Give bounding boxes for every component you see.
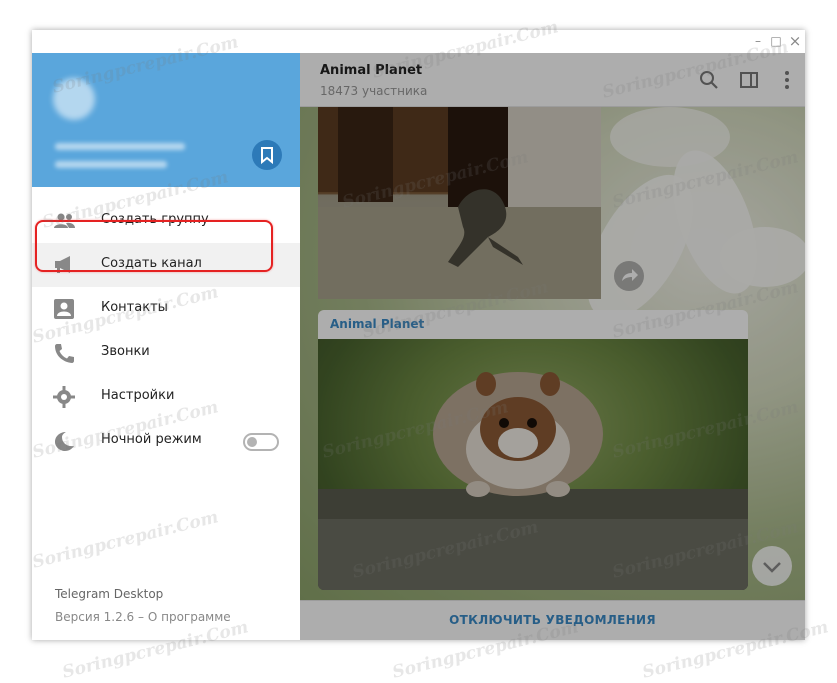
member-count: 18473 участника	[320, 84, 428, 98]
app-name: Telegram Desktop	[55, 587, 164, 601]
menu-item-calls[interactable]: Звонки	[32, 331, 300, 375]
post-author[interactable]: Animal Planet	[330, 317, 424, 331]
menu-item-label: Контакты	[101, 300, 168, 315]
blurred-phone	[55, 161, 167, 168]
scroll-down-button[interactable]	[752, 546, 792, 586]
menu-item-night-mode[interactable]: Ночной режим	[32, 419, 300, 463]
app-version: Версия 1.2.6 – О программе	[55, 610, 231, 624]
chat-title[interactable]: Animal Planet	[320, 63, 422, 78]
minimize-button[interactable]: –	[750, 33, 766, 49]
chat-panel: Animal Planet 18473 участника Animal Pla…	[300, 53, 805, 640]
version-text: Версия 1.2.6	[55, 610, 135, 624]
toggle-knob	[247, 437, 257, 447]
menu-item-label: Звонки	[101, 344, 150, 359]
chat-header: Animal Planet 18473 участника	[300, 53, 805, 107]
bookmark-icon	[261, 147, 273, 165]
version-separator: –	[134, 610, 148, 624]
highlight-frame	[35, 220, 273, 272]
channel-post: Animal Planet	[318, 310, 748, 590]
menu-item-settings[interactable]: Настройки	[32, 375, 300, 419]
moon-icon	[55, 432, 74, 451]
title-bar: – □ ×	[32, 30, 805, 53]
contact-icon	[54, 299, 74, 319]
forward-button[interactable]	[614, 261, 644, 291]
share-arrow-icon	[622, 269, 638, 281]
chevron-down-icon	[763, 562, 781, 573]
mute-notifications-button[interactable]: ОТКЛЮЧИТЬ УВЕДОМЛЕНИЯ	[449, 613, 656, 627]
saved-messages-button[interactable]	[252, 140, 282, 170]
menu-item-label: Ночной режим	[101, 432, 202, 447]
phone-icon	[55, 344, 74, 363]
menu-item-label: Настройки	[101, 388, 175, 403]
hamster-photo[interactable]	[318, 339, 748, 590]
sidebar-toggle-icon[interactable]	[738, 69, 760, 91]
main-menu-sidebar: Создать группу Создать канал Контакты Зв…	[32, 53, 300, 640]
maximize-button[interactable]: □	[768, 33, 784, 49]
avatar[interactable]	[53, 78, 95, 120]
komodo-photo[interactable]	[318, 107, 601, 299]
close-button[interactable]: ×	[787, 33, 803, 49]
blurred-username	[55, 143, 185, 150]
bottom-bar: ОТКЛЮЧИТЬ УВЕДОМЛЕНИЯ	[300, 600, 805, 640]
gear-icon	[53, 386, 75, 408]
menu-item-contacts[interactable]: Контакты	[32, 287, 300, 331]
telegram-window: – □ × Animal Planet 18473 участника Anim…	[32, 30, 805, 640]
night-mode-toggle[interactable]	[243, 433, 279, 451]
about-link[interactable]: О программе	[148, 610, 231, 624]
search-icon[interactable]	[698, 69, 720, 91]
more-vertical-icon[interactable]	[776, 69, 798, 91]
account-header	[32, 53, 300, 187]
